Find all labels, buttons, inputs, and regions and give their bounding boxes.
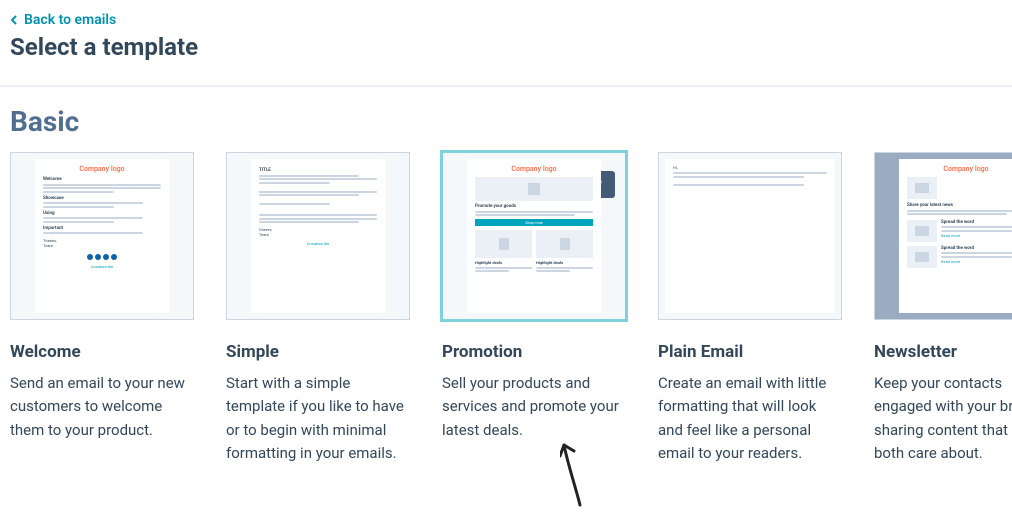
template-card-newsletter[interactable]: Company logo Share your latest news Spre… [874,152,1012,465]
template-thumb-plain[interactable]: Hi, [658,152,842,320]
page-title: Select a template [10,33,1002,61]
template-description: Send an email to your new customers to w… [10,372,194,442]
template-description: Sell your products and services and prom… [442,372,626,442]
template-card-plain-email[interactable]: Hi, Plain Email Create an email with lit… [658,152,842,465]
template-card-simple[interactable]: TITLE Cheers, Team Unsubscribe Simple St… [226,152,410,465]
template-thumb-promotion[interactable]: Preview Company logo Promote your goods … [442,152,626,320]
template-title: Promotion [442,342,626,362]
template-title: Simple [226,342,410,362]
template-description: Create an email with little formatting t… [658,372,842,465]
template-thumb-simple[interactable]: TITLE Cheers, Team Unsubscribe [226,152,410,320]
back-link-label: Back to emails [24,12,116,28]
divider [0,85,1012,87]
template-thumb-newsletter[interactable]: Company logo Share your latest news Spre… [874,152,1012,320]
template-description: Keep your contacts engaged with your bra… [874,372,1012,465]
section-title: Basic [0,105,1012,152]
template-thumb-welcome[interactable]: Company logo Welcome Showcase Using Impo… [10,152,194,320]
template-card-welcome[interactable]: Company logo Welcome Showcase Using Impo… [10,152,194,465]
chevron-left-icon [10,15,20,25]
templates-grid: Company logo Welcome Showcase Using Impo… [0,152,1012,465]
template-description: Start with a simple template if you like… [226,372,410,465]
template-title: Welcome [10,342,194,362]
template-card-promotion[interactable]: Preview Company logo Promote your goods … [442,152,626,465]
template-title: Newsletter [874,342,1012,362]
template-title: Plain Email [658,342,842,362]
back-to-emails-link[interactable]: Back to emails [10,12,116,28]
